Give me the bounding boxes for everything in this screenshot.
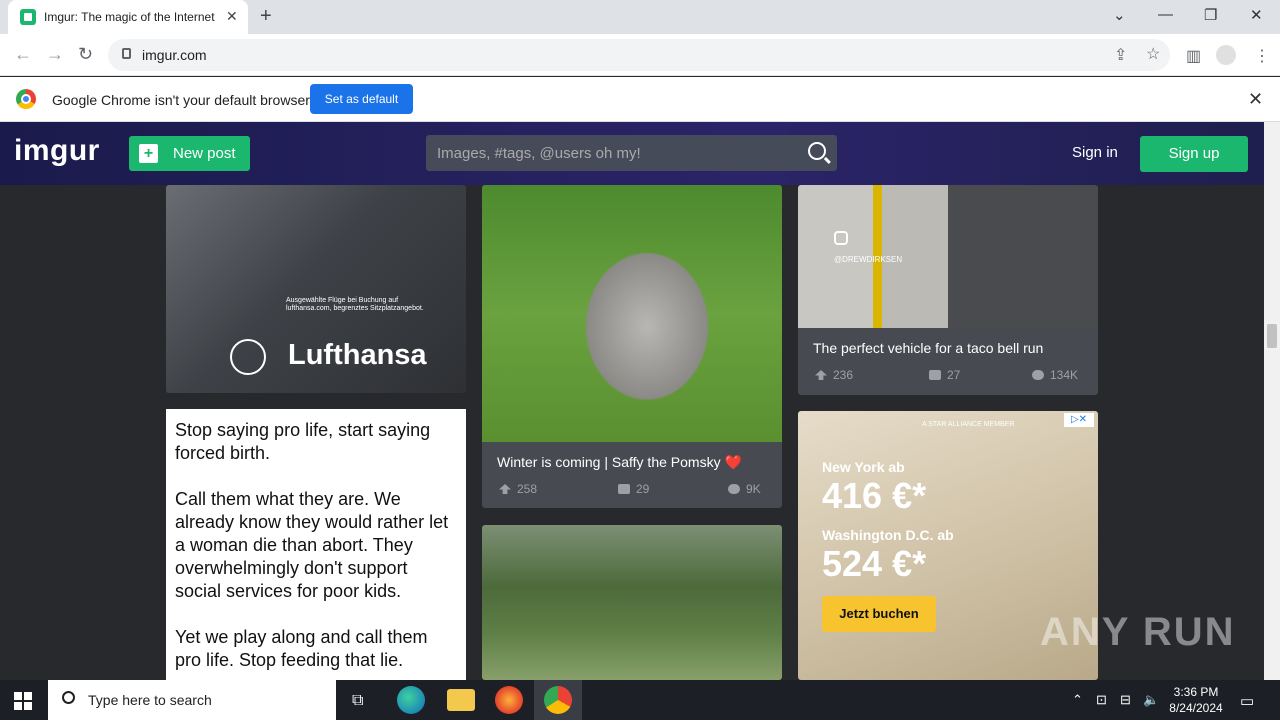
minimize-icon[interactable]: — <box>1158 6 1173 23</box>
ad-fineprint: Ausgewählte Flüge bei Buchung auf luftha… <box>286 297 424 312</box>
puppy-image <box>482 185 782 442</box>
sign-in-link[interactable]: Sign in <box>1072 144 1118 161</box>
edge-icon[interactable] <box>397 686 425 714</box>
imgur-logo[interactable]: imgur <box>14 134 100 168</box>
device-icon[interactable]: ⊡ <box>1096 692 1107 708</box>
upvote-count: 236 <box>815 368 853 382</box>
menu-kebab-icon[interactable]: ⋮ <box>1254 46 1270 66</box>
text-post-line: Yet we play along and call them pro life… <box>175 627 428 670</box>
search-input[interactable] <box>426 135 796 171</box>
tab-search-icon[interactable]: ⌄ <box>1113 6 1126 24</box>
search-icon <box>62 691 75 704</box>
tab-strip: Imgur: The magic of the Internet ✕ + ⌄ —… <box>0 0 1280 34</box>
side-panel-icon[interactable]: ▥ <box>1186 46 1201 66</box>
infobar-message: Google Chrome isn't your default browser <box>52 92 310 108</box>
upvote-icon <box>499 484 511 494</box>
file-explorer-icon[interactable] <box>447 689 475 711</box>
text-post-line: Call them what they are. We already know… <box>175 489 449 601</box>
chrome-icon <box>544 686 572 714</box>
back-icon[interactable]: ← <box>14 44 32 65</box>
view-count: 134K <box>1032 368 1078 382</box>
taskbar-search-placeholder: Type here to search <box>88 692 212 708</box>
view-count: 9K <box>728 482 761 496</box>
post-card-park[interactable] <box>482 525 782 680</box>
search-box <box>426 135 837 171</box>
browser-toolbar: ← → ↻ imgur.com ⇪ ☆ ▥ ⋮ <box>0 34 1280 76</box>
firefox-icon[interactable] <box>495 686 523 714</box>
image-watermark: @DREWDIRKSEN <box>834 255 903 264</box>
show-hidden-icons-icon[interactable]: ⌃ <box>1072 692 1083 708</box>
post-card[interactable]: @DREWDIRKSEN The perfect vehicle for a t… <box>798 185 1098 395</box>
new-tab-icon[interactable]: + <box>260 5 272 28</box>
close-infobar-icon[interactable]: ✕ <box>1248 89 1263 110</box>
taco-vehicle-image: @DREWDIRKSEN <box>798 185 1098 328</box>
scrollbar-thumb[interactable] <box>1267 324 1277 348</box>
notifications-icon[interactable]: ▭ <box>1240 692 1254 710</box>
upvote-icon <box>815 370 827 380</box>
search-icon[interactable] <box>808 142 826 160</box>
network-icon[interactable]: ⊟ <box>1120 692 1131 708</box>
profile-avatar-icon[interactable] <box>1216 45 1236 65</box>
tab-title: Imgur: The magic of the Internet <box>44 10 215 24</box>
ad-route-2: Washington D.C. ab <box>822 527 954 543</box>
text-post-line: Stop saying pro life, start saying force… <box>175 420 431 463</box>
post-feed: Ausgewählte Flüge bei Buchung auf luftha… <box>0 185 1264 680</box>
post-card[interactable]: Winter is coming | Saffy the Pomsky ❤️ 2… <box>482 185 782 508</box>
windows-start-icon[interactable] <box>14 692 32 710</box>
comment-icon <box>929 370 941 380</box>
chrome-logo-icon <box>16 89 36 109</box>
bookmark-star-icon[interactable]: ☆ <box>1146 44 1160 64</box>
ad-route-1: New York ab <box>822 459 905 475</box>
page-scrollbar[interactable] <box>1264 122 1280 680</box>
sign-up-button[interactable]: Sign up <box>1140 136 1248 172</box>
imgur-header: imgur + New post Sign in Sign up <box>0 122 1264 185</box>
ad-price-2: 524 €* <box>822 543 927 584</box>
default-browser-infobar: Google Chrome isn't your default browser… <box>0 77 1280 122</box>
anyrun-watermark: ANY RUN <box>1040 610 1236 654</box>
address-bar[interactable]: imgur.com ⇪ ☆ <box>108 39 1170 71</box>
lufthansa-brand: Lufthansa <box>288 339 427 371</box>
clock-date: 8/24/2024 <box>1169 701 1223 715</box>
instagram-icon <box>834 231 848 245</box>
comment-icon <box>618 484 630 494</box>
post-meta: The perfect vehicle for a taco bell run … <box>798 328 1098 388</box>
close-window-icon[interactable]: ✕ <box>1250 6 1263 24</box>
lock-icon <box>122 48 131 59</box>
ad-price-1: 416 €* <box>822 475 927 516</box>
tab-imgur[interactable]: Imgur: The magic of the Internet ✕ <box>8 0 248 34</box>
set-as-default-button[interactable]: Set as default <box>310 84 413 114</box>
close-tab-icon[interactable]: ✕ <box>226 8 238 25</box>
post-meta: Winter is coming | Saffy the Pomsky ❤️ 2… <box>482 442 782 502</box>
eye-icon <box>728 484 740 494</box>
system-clock[interactable]: 3:36 PM 8/24/2024 <box>1166 684 1226 716</box>
comment-count: 27 <box>929 368 960 382</box>
upvote-count: 258 <box>499 482 537 496</box>
chrome-taskbar-button[interactable] <box>534 680 582 720</box>
lufthansa-crane-icon <box>230 339 266 375</box>
comment-count: 29 <box>618 482 649 496</box>
eye-icon <box>1032 370 1044 380</box>
lufthansa-ad[interactable]: Ausgewählte Flüge bei Buchung auf luftha… <box>166 185 466 393</box>
reload-icon[interactable]: ↻ <box>78 44 93 65</box>
plus-icon: + <box>139 144 158 163</box>
clock-time: 3:36 PM <box>1173 685 1219 699</box>
new-post-button[interactable]: + New post <box>129 136 250 171</box>
new-post-label: New post <box>173 145 236 162</box>
text-post[interactable]: Stop saying pro life, start saying force… <box>166 409 466 680</box>
taskbar-search-box[interactable]: Type here to search <box>48 680 336 720</box>
url-text[interactable]: imgur.com <box>142 47 207 63</box>
ad-member-text: A STAR ALLIANCE MEMBER <box>922 421 1015 428</box>
restore-icon[interactable]: ❐ <box>1204 6 1217 24</box>
adchoices-icon[interactable]: ▷✕ <box>1064 413 1094 427</box>
book-now-button[interactable]: Jetzt buchen <box>822 596 936 632</box>
post-title: Winter is coming | Saffy the Pomsky ❤️ <box>497 454 742 470</box>
share-icon[interactable]: ⇪ <box>1114 45 1127 65</box>
forward-icon[interactable]: → <box>46 44 64 65</box>
task-view-icon[interactable]: ⧉ <box>352 692 363 710</box>
volume-icon[interactable]: 🔈 <box>1143 692 1159 708</box>
imgur-favicon-icon <box>20 9 36 25</box>
post-title: The perfect vehicle for a taco bell run <box>813 340 1044 356</box>
windows-taskbar: Type here to search ⧉ ⌃ ⊡ ⊟ 🔈 3:36 PM 8/… <box>0 680 1280 720</box>
